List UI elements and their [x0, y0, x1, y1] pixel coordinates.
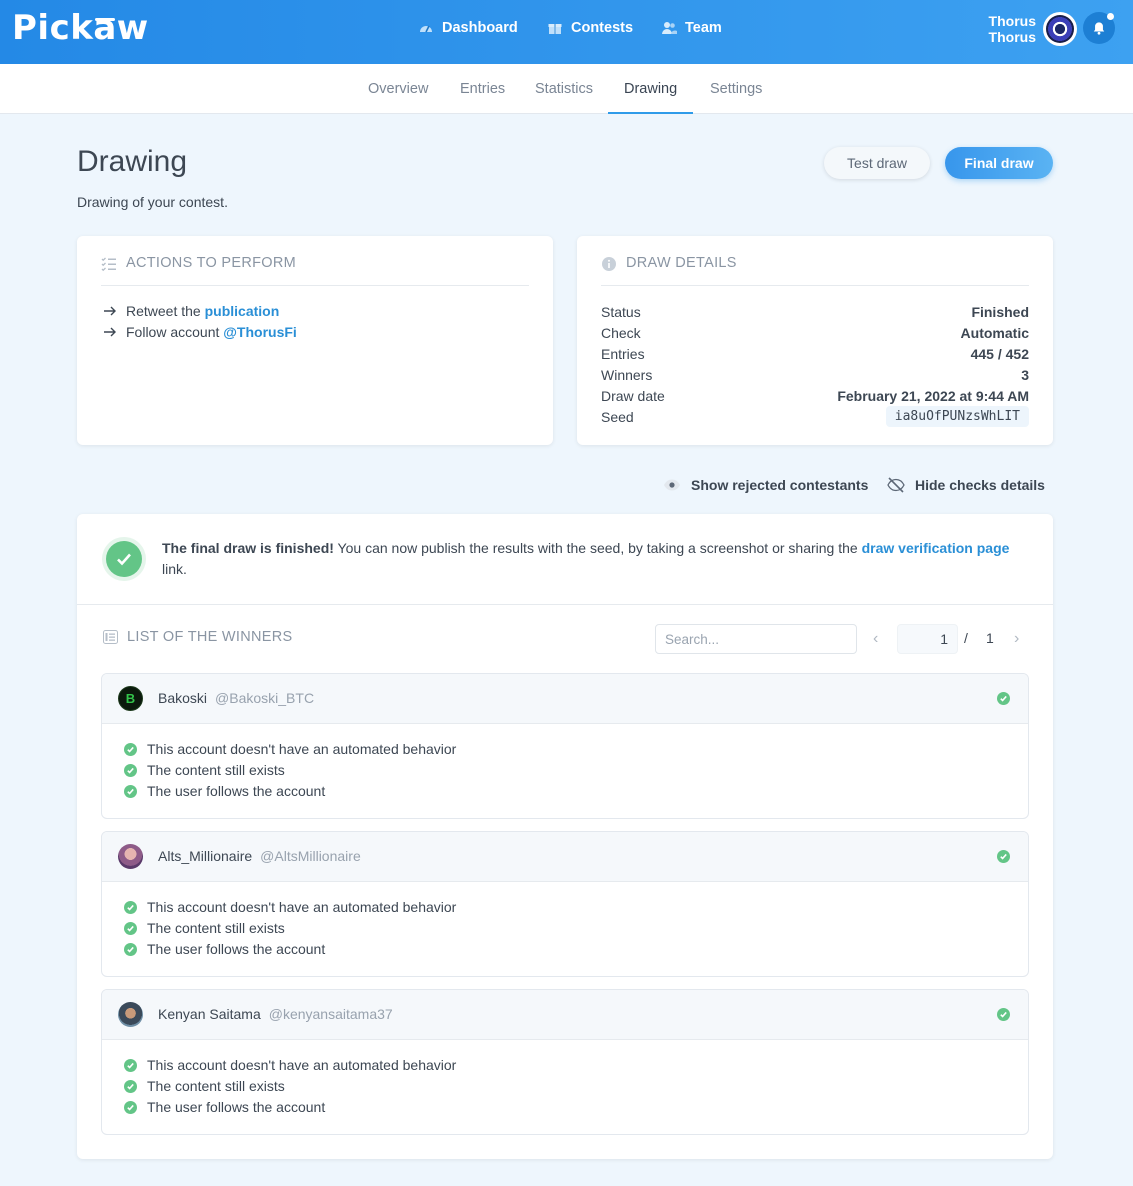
winner-handle[interactable]: @Bakoski_BTC: [215, 690, 314, 706]
account-link[interactable]: @ThorusFi: [223, 324, 297, 340]
avatar: B: [118, 686, 143, 711]
winner-header[interactable]: Alts_Millionaire @AltsMillionaire: [102, 832, 1028, 882]
nav-dashboard[interactable]: Dashboard: [418, 18, 518, 38]
check-icon: [124, 1079, 137, 1093]
tab-settings[interactable]: Settings: [694, 64, 778, 114]
detail-row: Winners 3: [601, 367, 1029, 383]
winner-card: Kenyan Saitama @kenyansaitama37 This acco…: [101, 989, 1029, 1135]
check-item: The user follows the account: [124, 1099, 325, 1115]
checklist-icon: [101, 257, 116, 272]
verified-check-icon: [997, 692, 1010, 705]
test-draw-button[interactable]: Test draw: [824, 147, 930, 179]
check-icon: [124, 763, 137, 777]
divider: [77, 604, 1053, 605]
page-separator: /: [964, 630, 968, 646]
detail-row: Check Automatic: [601, 325, 1029, 341]
winners-heading: LIST OF THE WINNERS: [103, 629, 293, 645]
final-draw-button[interactable]: Final draw: [945, 147, 1053, 179]
eye-off-icon: [887, 477, 905, 493]
actions-card: ACTIONS TO PERFORM Retweet the publicati…: [77, 236, 553, 445]
detail-row: Entries 445 / 452: [601, 346, 1029, 362]
check-icon: [124, 900, 137, 914]
publication-link[interactable]: publication: [205, 303, 280, 319]
show-rejected-toggle[interactable]: Show rejected contestants: [663, 476, 868, 494]
actions-heading: ACTIONS TO PERFORM: [101, 255, 529, 286]
pickaw-logo[interactable]: Pickaw: [12, 8, 149, 48]
avatar: [118, 844, 143, 869]
top-header: Pickaw Dashboard Contests Team Thorus Th…: [0, 0, 1133, 64]
search-input[interactable]: [655, 624, 857, 654]
page-title: Drawing: [77, 145, 188, 178]
list-icon: [103, 630, 118, 644]
tab-drawing[interactable]: Drawing: [608, 64, 694, 114]
avatar: [118, 1002, 143, 1027]
check-item: This account doesn't have an automated b…: [124, 741, 456, 757]
info-icon: [602, 257, 616, 271]
verified-check-icon: [997, 850, 1010, 863]
user-name[interactable]: Thorus Thorus: [989, 13, 1036, 45]
seed-value[interactable]: ia8uOfPUNzsWhLIT: [885, 406, 1029, 427]
winner-card: Alts_Millionaire @AltsMillionaire This ac…: [101, 831, 1029, 977]
page-total: 1: [986, 630, 994, 646]
winner-handle[interactable]: @AltsMillionaire: [260, 848, 361, 864]
contest-tabs: Overview Entries Statistics Drawing Sett…: [0, 64, 1133, 114]
arrow-right-icon: [104, 327, 116, 337]
details-heading: DRAW DETAILS: [601, 255, 1029, 286]
check-icon: [124, 1058, 137, 1072]
detail-row: Draw date February 21, 2022 at 9:44 AM: [601, 388, 1029, 404]
detail-row: Seed ia8uOfPUNzsWhLIT: [601, 406, 1029, 427]
bell-icon: [1093, 22, 1105, 35]
winner-name: Kenyan Saitama: [158, 1006, 261, 1022]
prev-page-icon[interactable]: ‹: [873, 630, 878, 648]
nav-team[interactable]: Team: [661, 18, 722, 38]
winner-name: Bakoski: [158, 690, 208, 706]
notification-dot: [1107, 13, 1114, 20]
check-icon: [124, 742, 137, 756]
check-icon: [124, 784, 137, 798]
hide-checks-toggle[interactable]: Hide checks details: [887, 476, 1045, 494]
tab-overview[interactable]: Overview: [352, 64, 444, 114]
check-item: This account doesn't have an automated b…: [124, 899, 456, 915]
draw-verification-link[interactable]: draw verification page: [862, 540, 1010, 556]
draw-finished-message: The final draw is finished! You can now …: [162, 540, 1010, 577]
winner-handle[interactable]: @kenyansaitama37: [269, 1006, 393, 1022]
winner-card: B Bakoski @Bakoski_BTC This account doesn…: [101, 673, 1029, 819]
arrow-right-icon: [104, 306, 116, 316]
check-item: The user follows the account: [124, 941, 325, 957]
gift-icon: [548, 24, 562, 34]
gauge-icon: [420, 25, 432, 33]
check-item: The content still exists: [124, 1078, 285, 1094]
tab-entries[interactable]: Entries: [444, 64, 521, 114]
tab-statistics[interactable]: Statistics: [519, 64, 609, 114]
detail-row: Status Finished: [601, 304, 1029, 320]
action-item: Follow account @ThorusFi: [103, 324, 297, 340]
check-icon: [124, 921, 137, 935]
check-icon: [124, 1100, 137, 1114]
notifications-button[interactable]: [1083, 12, 1115, 44]
check-item: The user follows the account: [124, 783, 325, 799]
winner-name: Alts_Millionaire: [158, 848, 253, 864]
eye-icon: [664, 479, 680, 491]
next-page-icon[interactable]: ›: [1014, 630, 1019, 648]
winner-header[interactable]: B Bakoski @Bakoski_BTC: [102, 674, 1028, 724]
check-item: This account doesn't have an automated b…: [124, 1057, 456, 1073]
check-item: The content still exists: [124, 920, 285, 936]
page-subtitle: Drawing of your contest.: [77, 194, 228, 210]
verified-check-icon: [997, 1008, 1010, 1021]
check-icon: [124, 942, 137, 956]
winner-header[interactable]: Kenyan Saitama @kenyansaitama37: [102, 990, 1028, 1040]
user-avatar[interactable]: [1043, 12, 1077, 46]
success-check-icon: [106, 541, 142, 577]
page-input[interactable]: 1: [897, 624, 958, 654]
nav-contests[interactable]: Contests: [547, 18, 633, 38]
draw-details-card: DRAW DETAILS Status Finished Check Automat…: [577, 236, 1053, 445]
check-item: The content still exists: [124, 762, 285, 778]
action-item: Retweet the publication: [103, 303, 279, 319]
users-icon: [662, 22, 677, 34]
